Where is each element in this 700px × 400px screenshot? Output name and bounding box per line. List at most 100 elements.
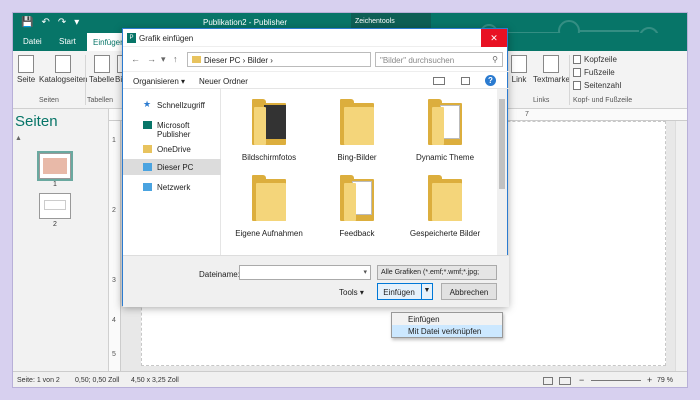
ruler-mark: 1 <box>112 137 116 144</box>
status-size: 4,50 x 3,25 Zoll <box>131 377 179 384</box>
zoom-slider[interactable] <box>591 380 641 381</box>
nav-item-this-pc[interactable]: Dieser PC <box>123 159 221 175</box>
page-button[interactable]: Seite <box>17 55 35 84</box>
command-bar: Organisieren ▾ Neuer Ordner ? <box>123 71 509 89</box>
chevron-down-icon[interactable]: ▾ <box>363 268 367 276</box>
table-icon <box>93 55 110 73</box>
folder-item[interactable]: Feedback <box>317 175 397 238</box>
ruler-mark: 7 <box>525 111 529 118</box>
redo-icon[interactable]: ↷ <box>58 17 66 28</box>
status-position: 0,50; 0,50 Zoll <box>75 377 120 384</box>
link-icon <box>511 55 527 73</box>
page-number-label: 1 <box>53 181 57 188</box>
back-arrow-icon[interactable]: ← <box>131 54 140 64</box>
thumbnail-content <box>44 200 66 210</box>
page-number-label: 2 <box>53 221 57 228</box>
undo-icon[interactable]: ↶ <box>41 17 49 28</box>
bookmark-button[interactable]: Textmarke <box>533 55 570 84</box>
status-page: Seite: 1 von 2 <box>17 377 60 384</box>
help-icon[interactable]: ? <box>485 75 496 86</box>
insert-split-button[interactable]: Einfügen ▼ <box>377 283 433 300</box>
search-icon: ⚲ <box>492 55 498 64</box>
ruler-mark: 5 <box>112 351 116 358</box>
file-type-select[interactable]: Alle Grafiken (*.emf;*.wmf;*.jpg; <box>377 265 497 280</box>
save-icon[interactable]: 💾 <box>21 17 33 28</box>
folder-icon <box>428 175 462 221</box>
up-arrow-icon[interactable]: ↑ <box>173 54 178 64</box>
dialog-footer: Dateiname: ▾ Alle Grafiken (*.emf;*.wmf;… <box>123 255 509 307</box>
new-folder-button[interactable]: Neuer Ordner <box>199 77 248 86</box>
footer-icon <box>573 68 581 77</box>
pages-panel: Seiten ▲ 1 2 <box>13 109 109 371</box>
organize-button[interactable]: Organisieren ▾ <box>133 77 185 86</box>
single-page-view-icon[interactable] <box>543 377 553 385</box>
group-label-tables: Tabellen <box>87 97 114 104</box>
view-options-icon[interactable] <box>433 77 445 85</box>
scrollbar-thumb[interactable] <box>499 99 505 189</box>
menu-item-link-to-file[interactable]: Mit Datei verknüpfen <box>392 325 502 337</box>
nav-item-network[interactable]: Netzwerk <box>123 179 221 195</box>
preview-pane-icon[interactable] <box>461 77 470 85</box>
nav-item-publisher[interactable]: Microsoft Publisher <box>123 117 221 139</box>
insert-options-menu: Einfügen Mit Datei verknüpfen <box>391 312 503 338</box>
vertical-scrollbar[interactable] <box>675 121 687 371</box>
chevron-down-icon[interactable]: ▼ <box>421 284 432 299</box>
search-input[interactable]: "Bilder" durchsuchen ⚲ <box>375 52 503 67</box>
zoom-out-icon[interactable]: − <box>579 375 584 385</box>
vertical-ruler: 1 2 3 4 5 <box>109 121 121 371</box>
filename-input[interactable]: ▾ <box>239 265 371 280</box>
collapse-icon[interactable]: ▲ <box>15 135 22 142</box>
recent-dropdown-icon[interactable]: ▾ <box>161 54 166 65</box>
folder-icon <box>340 175 374 221</box>
folder-icon <box>192 56 201 63</box>
tab-start[interactable]: Start <box>59 37 76 46</box>
group-separator <box>569 55 570 105</box>
folder-item[interactable]: Eigene Aufnahmen <box>229 175 309 238</box>
tab-datei[interactable]: Datei <box>23 37 42 46</box>
status-bar: Seite: 1 von 2 0,50; 0,50 Zoll 4,50 x 3,… <box>13 371 687 387</box>
tools-dropdown[interactable]: Tools ▾ <box>339 288 364 297</box>
page-number-button[interactable]: Seitenzahl <box>573 81 621 90</box>
file-list: Bildschirmfotos Bing-Bilder Dynamic Them… <box>221 89 499 255</box>
group-separator <box>85 55 86 105</box>
header-button[interactable]: Kopfzeile <box>573 55 617 64</box>
header-icon <box>573 55 581 64</box>
catalog-pages-icon <box>55 55 72 73</box>
folder-icon <box>252 99 286 145</box>
dialog-title: Grafik einfügen <box>139 34 194 43</box>
footer-button[interactable]: Fußzeile <box>573 68 615 77</box>
folder-item[interactable]: Bing-Bilder <box>317 99 397 162</box>
nav-item-quick-access[interactable]: ★ Schnellzugriff <box>123 97 221 113</box>
network-icon <box>143 183 152 191</box>
two-page-view-icon[interactable] <box>559 377 571 385</box>
page-thumbnail-2[interactable] <box>39 193 71 219</box>
address-bar[interactable]: Dieser PC › Bilder › <box>187 52 371 67</box>
zoom-in-icon[interactable]: + <box>647 375 652 385</box>
address-bar-row: ← → ▾ ↑ Dieser PC › Bilder › "Bilder" du… <box>123 49 509 69</box>
table-button[interactable]: Tabelle <box>89 55 114 84</box>
ruler-mark: 2 <box>112 207 116 214</box>
bookmark-icon <box>543 55 560 73</box>
computer-icon <box>143 163 152 171</box>
customize-icon[interactable]: ▾ <box>74 17 79 28</box>
file-list-scrollbar[interactable] <box>497 89 507 255</box>
folder-item[interactable]: Dynamic Theme <box>405 99 485 162</box>
close-icon[interactable]: ✕ <box>481 29 507 47</box>
page-icon <box>18 55 35 73</box>
folder-item[interactable]: Gespeicherte Bilder <box>405 175 485 238</box>
page-thumbnail-1[interactable] <box>37 151 73 181</box>
menu-item-insert[interactable]: Einfügen <box>392 313 502 325</box>
ruler-mark: 4 <box>112 317 116 324</box>
cancel-button[interactable]: Abbrechen <box>441 283 497 300</box>
nav-item-onedrive[interactable]: OneDrive <box>123 141 221 157</box>
star-icon: ★ <box>143 99 152 109</box>
group-label-header-footer: Kopf- und Fußzeile <box>573 97 633 104</box>
thumbnail-content <box>43 158 67 174</box>
link-button[interactable]: Link <box>511 55 527 84</box>
folder-icon <box>143 145 152 153</box>
forward-arrow-icon[interactable]: → <box>147 54 156 64</box>
folder-item[interactable]: Bildschirmfotos <box>229 99 309 162</box>
filename-label: Dateiname: <box>199 270 240 279</box>
page-number-icon <box>573 81 581 90</box>
catalog-pages-button[interactable]: Katalogseiten <box>39 55 87 84</box>
